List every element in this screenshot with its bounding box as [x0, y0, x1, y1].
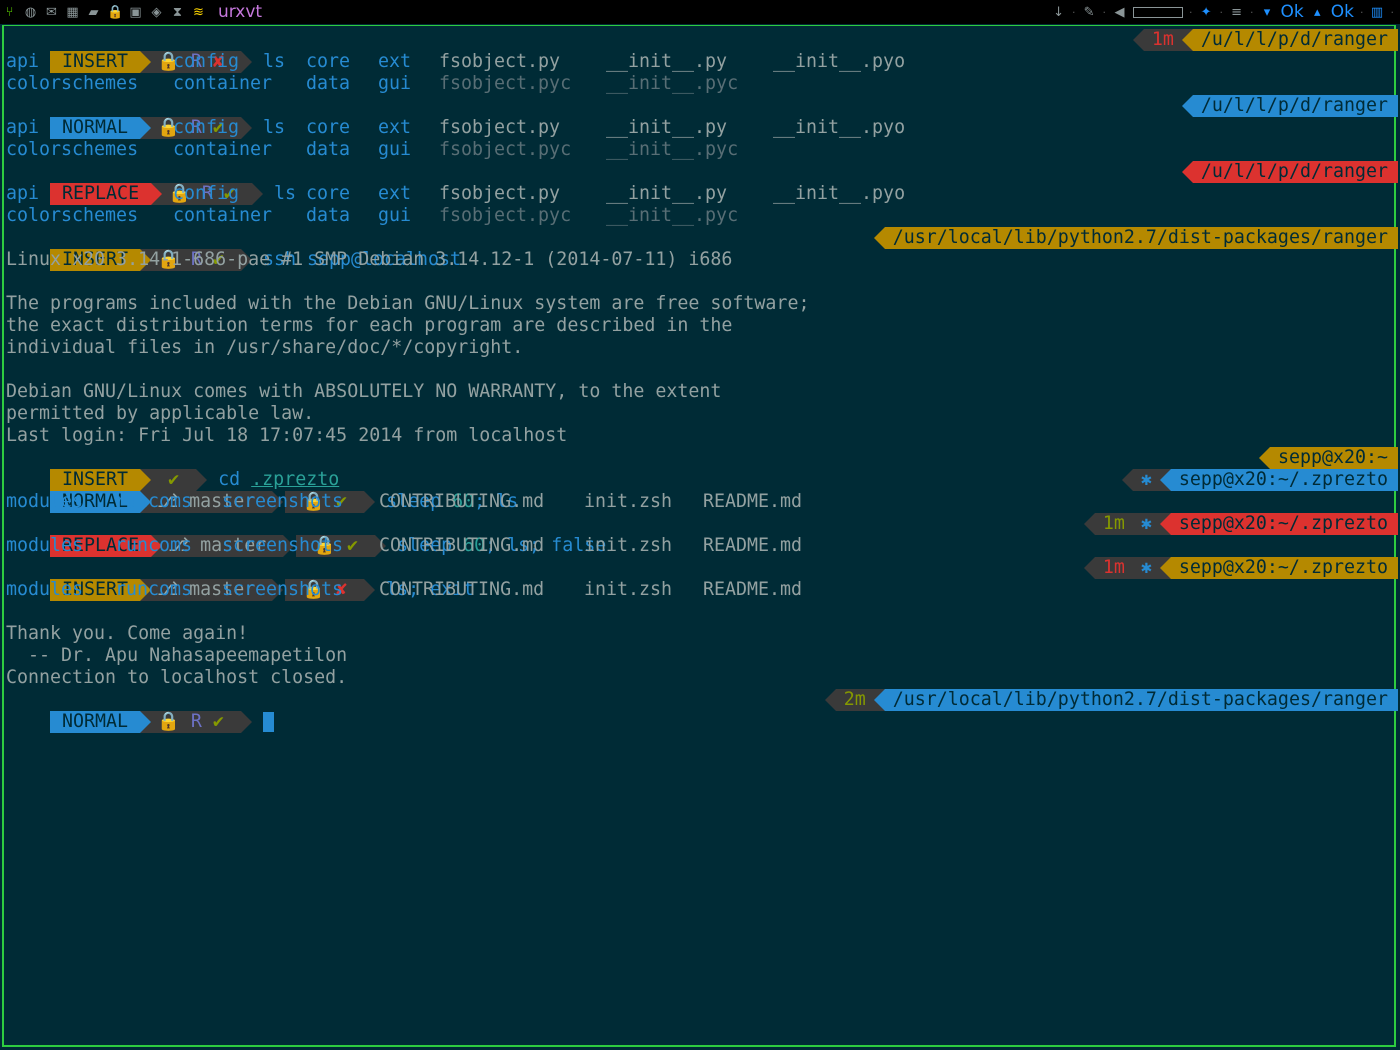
star-icon: ✱ [1132, 557, 1160, 579]
filter-icon[interactable]: ≡ [1229, 5, 1244, 20]
cwd-path: /usr/local/lib/python2.7/dist-packages/r… [884, 227, 1398, 249]
cwd-path: sepp@x20:~/.zprezto [1170, 557, 1398, 579]
output-line: -- Dr. Apu Nahasapeemapetilon [6, 645, 348, 666]
lock-icon: 🔒 [157, 711, 180, 732]
star-icon: ✱ [1132, 469, 1160, 491]
right-prompt: /u/l/l/p/d/ranger [1181, 95, 1398, 117]
volume-slider[interactable] [1133, 6, 1184, 18]
package-launcher-icon[interactable]: ◈ [149, 5, 164, 20]
ls-output: colorschemes container data gui fsobject.pyc… [6, 139, 739, 160]
star-icon: ✱ [1132, 513, 1160, 535]
cwd-path: sepp@x20:~/.zprezto [1170, 513, 1398, 535]
check-icon: ✔ [212, 711, 224, 732]
calculator-launcher-icon[interactable]: ▦ [65, 5, 80, 20]
status-segment: 🔒 R ✔ [151, 711, 241, 733]
cwd-path: sepp@x20:~ [1269, 447, 1398, 469]
prompt-line: INSERT ✔ cd .zprezto sepp@x20:~ [6, 447, 1398, 491]
volume-icon[interactable]: ◀ [1112, 5, 1127, 20]
output-line: individual files in /usr/share/doc/*/cop… [6, 337, 524, 358]
terminal-window[interactable]: INSERT 🔒 R ✘ ls 1m/u/l/l/p/d/ranger api co… [2, 25, 1398, 1047]
prompt-line: NORMAL 🔒 R ✔ 2m/usr/local/lib/python2.7/d… [6, 689, 1398, 733]
right-prompt: /u/l/l/p/d/ranger [1181, 161, 1398, 183]
up-arrow-icon: ▴ [1314, 4, 1321, 20]
prompt-line: INSERT 🔒 R ✔ ssh sepp@localhost /usr/loca… [6, 227, 1398, 271]
right-prompt: sepp@x20:~ [1258, 447, 1398, 469]
cwd-path: /usr/local/lib/python2.7/dist-packages/r… [884, 689, 1398, 711]
down-arrow-icon: ▾ [1263, 4, 1271, 20]
lock-launcher-icon[interactable]: 🔒 [107, 5, 123, 20]
ls-output: modules runcoms screenshots CONTRIBUTING.md… [6, 579, 803, 600]
right-prompt: ✱ sepp@x20:~/.zprezto [1121, 469, 1398, 491]
output-line: Linux x20 3.14-1-686-pae #1 SMP Debian 3… [6, 249, 733, 270]
output-line: Connection to localhost closed. [6, 667, 348, 688]
cwd-path: /u/l/l/p/d/ranger [1192, 29, 1398, 51]
panel-launchers: ⑂ ◍ ✉ ▦ ▰ 🔒 ▣ ◈ ⧗ ≋ urxvt [2, 0, 263, 24]
right-prompt: 1m/u/l/l/p/d/ranger [1132, 29, 1398, 51]
window-title: urxvt [218, 2, 263, 22]
text-cursor[interactable] [262, 712, 274, 732]
wrench-icon[interactable]: ✎ [1082, 5, 1097, 20]
download-icon[interactable]: ↓ [1051, 5, 1066, 20]
right-prompt: 2m/usr/local/lib/python2.7/dist-packages… [824, 689, 1398, 711]
browser-launcher-icon[interactable]: ◍ [23, 5, 38, 20]
layers-icon[interactable]: ≋ [191, 5, 206, 20]
mode-normal: NORMAL [50, 711, 141, 733]
prompt-line: REPLACE 🔒 R ✔ ls /u/l/l/p/d/ranger [6, 161, 1398, 205]
output-line: The programs included with the Debian GN… [6, 293, 810, 314]
output-line: Thank you. Come again! [6, 623, 249, 644]
duration: 1m [1094, 513, 1133, 535]
cwd-path: /u/l/l/p/d/ranger [1192, 95, 1398, 117]
status-ok-1: Ok [1280, 2, 1304, 22]
prompt-line: NORMAL ⎇ master 🔒 ✔ sleep 60; ls ✱ sepp@x2… [6, 469, 1398, 513]
ls-output: api config core ext fsobject.py __init__.py __… [6, 51, 906, 72]
status-ok-2: Ok [1330, 2, 1354, 22]
output-line: Last login: Fri Jul 18 17:07:45 2014 fro… [6, 425, 568, 446]
right-prompt: 1m ✱ sepp@x20:~/.zprezto [1083, 557, 1398, 579]
duration: 1m [1094, 557, 1133, 579]
files-launcher-icon[interactable]: ▰ [86, 5, 101, 20]
prompt-line: INSERT 🔒 R ✘ ls 1m/u/l/l/p/d/ranger [6, 29, 1398, 73]
system-panel: ⑂ ◍ ✉ ▦ ▰ 🔒 ▣ ◈ ⧗ ≋ urxvt ↓ · ✎ · ◀ · ✦ … [0, 0, 1400, 24]
ls-output: api config core ext fsobject.py __init__.py __… [6, 117, 906, 138]
bluetooth-icon[interactable]: ✦ [1199, 5, 1214, 20]
duration: 2m [835, 689, 874, 711]
terminal-launcher-icon[interactable]: ⑂ [2, 5, 17, 20]
ls-output: modules runcoms screenshots CONTRIBUTING.md… [6, 535, 803, 556]
ls-output: colorschemes container data gui fsobject.pyc… [6, 205, 739, 226]
prompt-line: NORMAL 🔒 R ✔ ls /u/l/l/p/d/ranger [6, 95, 1398, 139]
ls-output: modules runcoms screenshots CONTRIBUTING.md… [6, 491, 803, 512]
ls-output: api config core ext fsobject.py __init__.py __… [6, 183, 906, 204]
hourglass-launcher-icon[interactable]: ⧗ [170, 5, 185, 20]
right-prompt: 1m ✱ sepp@x20:~/.zprezto [1083, 513, 1398, 535]
ls-output: colorschemes container data gui fsobject.pyc… [6, 73, 739, 94]
duration: 1m [1143, 29, 1182, 51]
output-line: permitted by applicable law. [6, 403, 315, 424]
output-line: the exact distribution terms for each pr… [6, 315, 733, 336]
mail-launcher-icon[interactable]: ✉ [44, 5, 59, 20]
right-prompt: /usr/local/lib/python2.7/dist-packages/r… [873, 227, 1398, 249]
battery-icon[interactable]: ▥ [1370, 5, 1385, 20]
image-launcher-icon[interactable]: ▣ [128, 5, 143, 20]
prompt-line: INSERT ⎇ master 🔒 ✘ ls; exit 1m ✱ sepp@x20:… [6, 557, 1398, 601]
prompt-line: REPLACE ⎇ master 🔒 ✔ sleep 60; ls; false … [6, 513, 1398, 557]
panel-tray: ↓ · ✎ · ◀ · ✦ · ≡ · ▾ Ok ▴ Ok · ▥ · [1051, 0, 1394, 24]
cwd-path: sepp@x20:~/.zprezto [1170, 469, 1398, 491]
cwd-path: /u/l/l/p/d/ranger [1192, 161, 1398, 183]
output-line: Debian GNU/Linux comes with ABSOLUTELY N… [6, 381, 722, 402]
